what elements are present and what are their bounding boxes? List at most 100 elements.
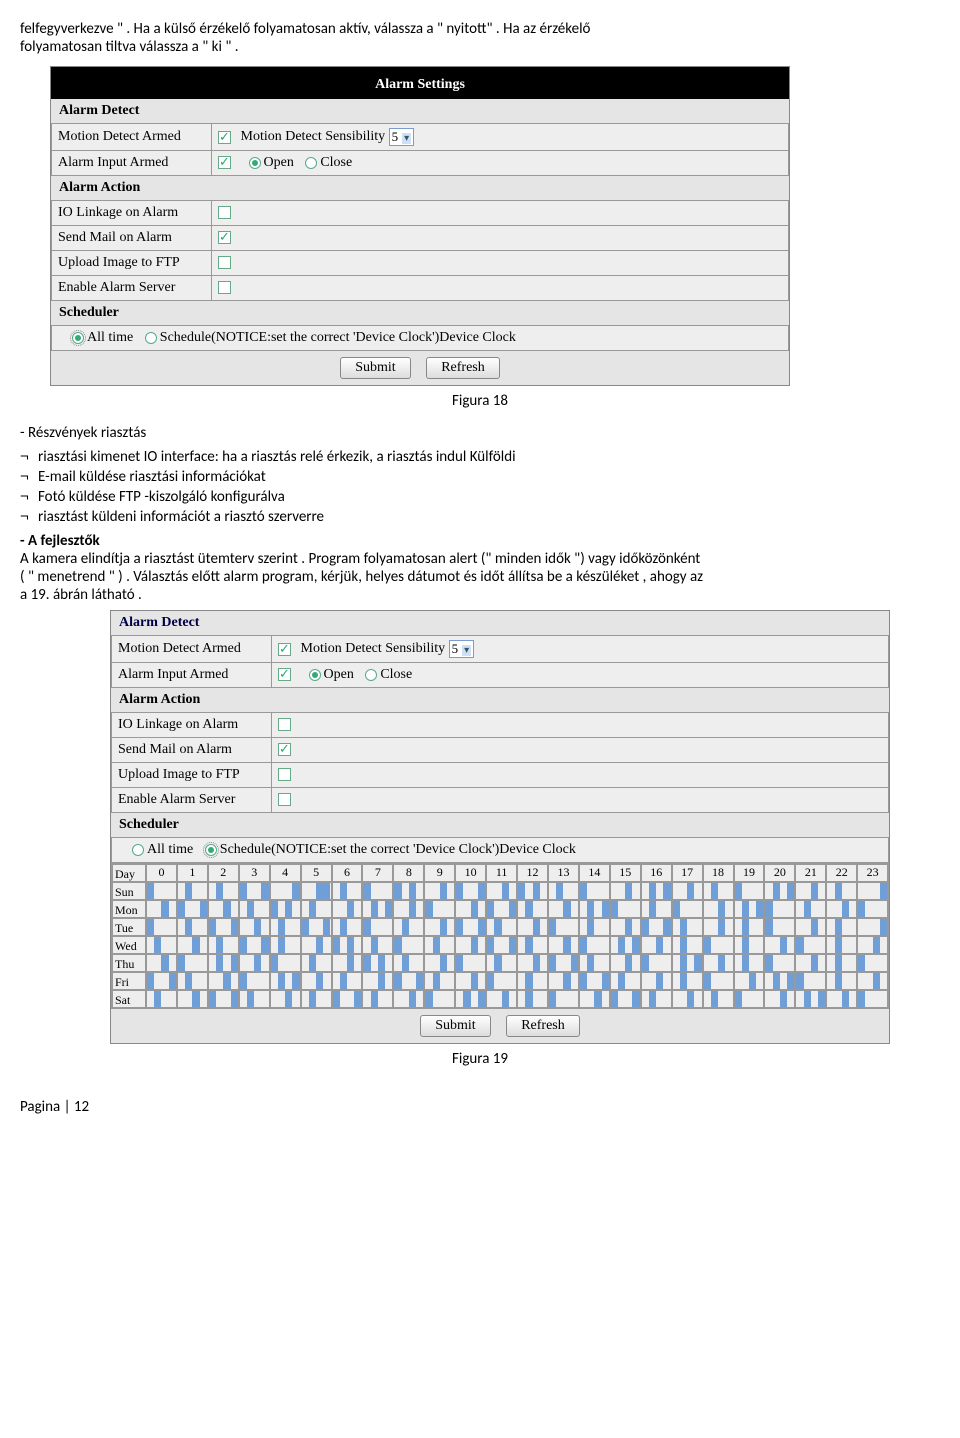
sched-hour-cell[interactable] [857,972,888,990]
sched-hour-cell[interactable] [239,972,270,990]
sched-hour-cell[interactable] [548,900,579,918]
sched-hour-cell[interactable] [672,990,703,1008]
sched-hour-cell[interactable] [362,918,393,936]
sched-hour-cell[interactable] [362,954,393,972]
schedule-radio-2[interactable] [205,844,217,856]
sched-hour-cell[interactable] [146,954,177,972]
send-mail-checkbox[interactable] [218,231,231,244]
sched-hour-cell[interactable] [548,954,579,972]
sched-hour-cell[interactable] [734,900,765,918]
sched-hour-cell[interactable] [703,972,734,990]
sched-hour-cell[interactable] [703,954,734,972]
submit-button-2[interactable]: Submit [420,1015,490,1037]
sched-hour-cell[interactable] [826,900,857,918]
sched-hour-cell[interactable] [486,918,517,936]
sched-hour-cell[interactable] [301,954,332,972]
sched-hour-cell[interactable] [362,882,393,900]
sched-hour-cell[interactable] [641,990,672,1008]
alarm-input-armed-checkbox[interactable] [218,156,231,169]
sched-hour-cell[interactable] [393,990,424,1008]
sched-hour-cell[interactable] [177,972,208,990]
sched-hour-cell[interactable] [641,900,672,918]
sched-hour-cell[interactable] [362,900,393,918]
sched-hour-cell[interactable] [486,882,517,900]
sched-hour-cell[interactable] [239,936,270,954]
sched-hour-cell[interactable] [734,936,765,954]
sched-hour-cell[interactable] [239,954,270,972]
sched-hour-cell[interactable] [548,972,579,990]
sched-hour-cell[interactable] [764,900,795,918]
sched-hour-cell[interactable] [177,954,208,972]
sched-hour-cell[interactable] [424,990,455,1008]
sched-hour-cell[interactable] [795,900,826,918]
sched-hour-cell[interactable] [177,900,208,918]
sched-hour-cell[interactable] [579,990,610,1008]
sched-hour-cell[interactable] [146,972,177,990]
sched-hour-cell[interactable] [764,972,795,990]
sched-hour-cell[interactable] [734,990,765,1008]
sched-hour-cell[interactable] [857,918,888,936]
sched-hour-cell[interactable] [548,918,579,936]
motion-sensibility-select-2[interactable]: 5▾ [449,640,475,658]
sched-hour-cell[interactable] [734,972,765,990]
sched-hour-cell[interactable] [610,936,641,954]
sched-hour-cell[interactable] [610,918,641,936]
sched-hour-cell[interactable] [239,882,270,900]
sched-hour-cell[interactable] [177,990,208,1008]
sched-hour-cell[interactable] [703,918,734,936]
sched-hour-cell[interactable] [795,990,826,1008]
submit-button[interactable]: Submit [340,357,410,379]
sched-hour-cell[interactable] [239,918,270,936]
sched-hour-cell[interactable] [455,882,486,900]
sched-hour-cell[interactable] [795,936,826,954]
sched-hour-cell[interactable] [734,882,765,900]
sched-hour-cell[interactable] [610,882,641,900]
enable-server-checkbox-2[interactable] [278,793,291,806]
sched-hour-cell[interactable] [764,936,795,954]
sched-hour-cell[interactable] [548,936,579,954]
scheduler-grid[interactable]: Day0123456789101112131415161718192021222… [111,863,889,1009]
sched-hour-cell[interactable] [734,954,765,972]
sched-hour-cell[interactable] [424,918,455,936]
sched-hour-cell[interactable] [208,936,239,954]
sched-hour-cell[interactable] [393,936,424,954]
sched-hour-cell[interactable] [795,954,826,972]
sched-hour-cell[interactable] [270,918,301,936]
motion-sensibility-select[interactable]: 5▾ [389,128,415,146]
motion-detect-armed-checkbox[interactable] [218,131,231,144]
sched-hour-cell[interactable] [517,918,548,936]
sched-hour-cell[interactable] [579,972,610,990]
sched-hour-cell[interactable] [362,990,393,1008]
sched-hour-cell[interactable] [146,918,177,936]
sched-hour-cell[interactable] [703,990,734,1008]
open-radio[interactable] [249,157,261,169]
sched-hour-cell[interactable] [703,882,734,900]
sched-hour-cell[interactable] [208,882,239,900]
all-time-radio[interactable] [72,332,84,344]
sched-hour-cell[interactable] [610,990,641,1008]
sched-hour-cell[interactable] [734,918,765,936]
sched-hour-cell[interactable] [795,882,826,900]
sched-hour-cell[interactable] [548,990,579,1008]
sched-hour-cell[interactable] [857,936,888,954]
sched-hour-cell[interactable] [672,882,703,900]
sched-hour-cell[interactable] [208,954,239,972]
sched-hour-cell[interactable] [517,990,548,1008]
sched-hour-cell[interactable] [517,882,548,900]
sched-hour-cell[interactable] [641,954,672,972]
sched-hour-cell[interactable] [486,936,517,954]
sched-hour-cell[interactable] [610,972,641,990]
sched-hour-cell[interactable] [579,918,610,936]
sched-hour-cell[interactable] [239,900,270,918]
sched-hour-cell[interactable] [826,882,857,900]
sched-hour-cell[interactable] [764,882,795,900]
sched-hour-cell[interactable] [332,936,363,954]
sched-hour-cell[interactable] [301,900,332,918]
sched-hour-cell[interactable] [857,954,888,972]
sched-hour-cell[interactable] [579,936,610,954]
sched-hour-cell[interactable] [301,882,332,900]
sched-hour-cell[interactable] [301,972,332,990]
sched-hour-cell[interactable] [486,954,517,972]
sched-hour-cell[interactable] [703,936,734,954]
open-radio-2[interactable] [309,669,321,681]
